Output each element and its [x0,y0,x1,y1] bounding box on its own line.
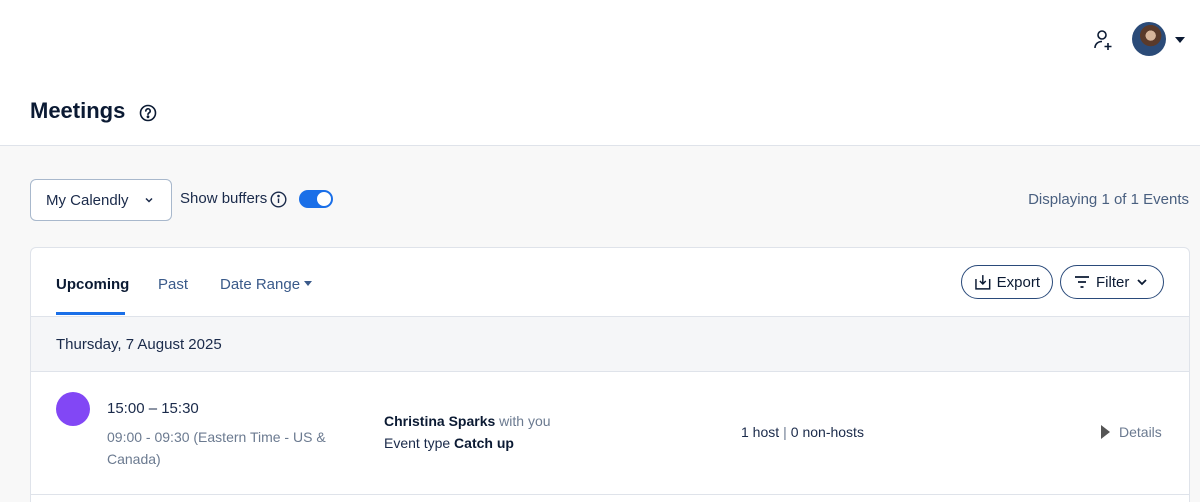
date-group-header: Thursday, 7 August 2025 [31,317,1189,372]
meetings-card: Upcoming Past Date Range Export Filter T… [30,247,1190,502]
expand-arrow-icon [1101,425,1110,439]
calendar-select[interactable]: My Calendly [30,179,172,221]
export-button[interactable]: Export [961,265,1053,299]
hosts-count: 1 host | 0 non-hosts [741,424,864,440]
caret-down-icon [304,280,313,286]
active-tab-indicator [56,312,125,315]
event-time: 15:00 – 15:30 [107,400,199,417]
details-label: Details [1119,424,1162,440]
event-alt-time: 09:00 - 09:30 (Eastern Time - US & Canad… [107,429,326,467]
export-label: Export [996,273,1040,291]
avatar[interactable] [1132,22,1166,56]
page-title: Meetings [30,98,126,123]
top-bar: Meetings [0,0,1200,146]
filter-icon [1075,276,1089,288]
invitee-name: Christina Sparks [384,413,496,429]
hosts-separator: | [783,424,787,440]
calendar-select-value: My Calendly [46,191,129,209]
tab-date-range-label: Date Range [220,276,301,293]
filter-button[interactable]: Filter [1060,265,1164,299]
add-user-icon[interactable] [1092,28,1116,52]
export-icon [975,275,991,290]
event-color-dot [56,392,90,426]
date-heading: Thursday, 7 August 2025 [56,336,222,353]
details-button[interactable]: Details [1101,424,1162,440]
event-type-name: Catch up [454,435,514,451]
chevron-down-icon [145,197,153,203]
displaying-count: Displaying 1 of 1 Events [1028,191,1189,208]
event-type: Event type Catch up [384,435,514,451]
event-type-prefix: Event type [384,435,451,451]
tab-upcoming[interactable]: Upcoming [56,276,129,293]
hosts-label: 1 host [741,424,780,440]
caret-down-icon[interactable] [1175,37,1185,43]
chevron-down-icon [1137,279,1147,286]
show-buffers-label: Show buffers [180,190,268,207]
tab-past[interactable]: Past [158,276,188,293]
tab-bar: Upcoming Past Date Range Export Filter [31,248,1189,317]
help-circle-icon[interactable] [139,104,157,122]
filter-label: Filter [1096,273,1130,291]
event-row[interactable]: 15:00 – 15:30 09:00 - 09:30 (Eastern Tim… [31,372,1189,495]
invitee: Christina Sparks with you [384,413,551,429]
toggle-knob [316,191,332,207]
show-buffers-toggle[interactable] [299,190,333,208]
info-icon[interactable] [270,191,287,208]
invitee-suffix: with you [499,413,551,429]
non-hosts-label: 0 non-hosts [790,424,864,440]
tab-date-range[interactable]: Date Range [220,276,313,293]
